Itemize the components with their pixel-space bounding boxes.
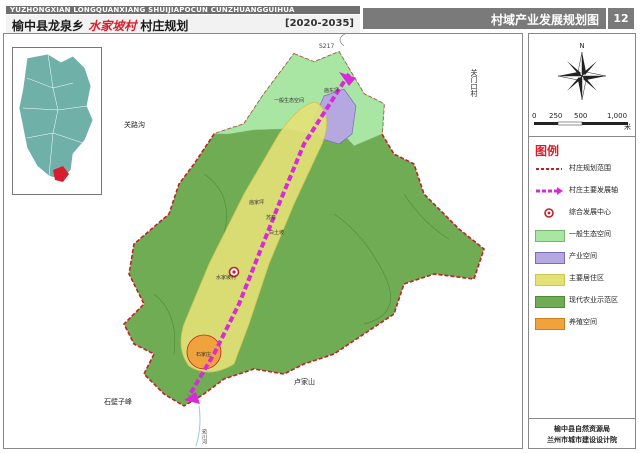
label-n-left: 关路沟 xyxy=(124,120,145,129)
header-left: YUZHONGXIAN LONGQUANXIANG SHUIJIAPOCUN C… xyxy=(6,6,360,34)
legend-label: 一般生态空间 xyxy=(569,230,611,238)
fill-swatch-icon xyxy=(535,230,565,242)
legend-label: 村庄主要发展轴 xyxy=(569,186,618,194)
compass-star-icon xyxy=(557,51,607,101)
compass-scale-box: N 0 250 500 1,000 米 xyxy=(529,34,635,137)
map-sheet: YUZHONGXIAN LONGQUANXIANG SHUIJIAPOCUN C… xyxy=(0,0,640,453)
label-mid-node-a: 庙家坪 xyxy=(249,199,264,206)
development-center-dot xyxy=(232,270,236,274)
dashed-boundary-line-icon xyxy=(536,168,562,170)
legend-title: 图例 xyxy=(535,144,560,158)
legend-item-boundary: 村庄规划范围 xyxy=(535,162,635,176)
label-eco: 一般生态空间 xyxy=(274,97,304,104)
label-e-top: 关门口村 xyxy=(470,68,478,97)
page-title: 榆中县龙泉乡 水家坡村 村庄规划 xyxy=(12,17,188,34)
scale-tick-250: 250 xyxy=(549,112,563,120)
label-s-right: 卢家山 xyxy=(294,377,315,386)
location-inset-map xyxy=(12,47,102,195)
scale-bar-seg xyxy=(557,121,583,126)
legend-label: 现代农业示范区 xyxy=(569,296,618,304)
road-line xyxy=(339,31,350,47)
legend-label: 养殖空间 xyxy=(569,318,597,326)
scale-tick-0: 0 xyxy=(532,112,537,120)
label-south-node: 石家庄 xyxy=(196,351,211,358)
map-name: 村域产业发展规划图 xyxy=(490,13,599,27)
legend: 图例 村庄规划范围 村庄主要发展轴 综合发展中心 一般生态空间 产业空间 主要居… xyxy=(529,140,635,418)
title-bar: 榆中县龙泉乡 水家坡村 村庄规划 [2020-2035] xyxy=(6,15,360,34)
legend-item-ecology: 一般生态空间 xyxy=(535,228,635,242)
legend-label: 村庄规划范围 xyxy=(569,164,611,172)
ring-circle-icon xyxy=(544,208,554,218)
scale-bar-seg xyxy=(534,122,558,125)
label-mid-node-c: 白土坡 xyxy=(269,229,284,236)
main-map: 关路沟 石壁子峰 卢家山 关门口村 S217 水家坡村 庙东坪 石家庄 庙家坪 … xyxy=(3,31,523,449)
label-s-left: 石壁子峰 xyxy=(104,397,132,406)
sheet-number: 12 xyxy=(606,8,634,29)
fill-swatch-icon xyxy=(535,296,565,308)
title-prefix: 榆中县龙泉乡 xyxy=(12,19,85,33)
scale-bar-seg xyxy=(582,122,628,125)
fill-swatch-icon xyxy=(535,274,565,286)
label-road: S217 xyxy=(319,43,334,50)
label-north-node: 庙东坪 xyxy=(324,87,339,94)
north-label: N xyxy=(579,42,584,50)
label-center-village: 水家坡村 xyxy=(216,274,236,281)
legend-item-residential: 主要居住区 xyxy=(535,272,635,286)
label-mid-node-b: 苏泉 xyxy=(266,214,276,221)
legend-label: 综合发展中心 xyxy=(569,208,611,216)
scale-unit: 米 xyxy=(624,123,631,131)
legend-item-center: 综合发展中心 xyxy=(535,206,635,220)
compass-rose: N xyxy=(534,42,628,126)
title-village: 水家坡村 xyxy=(88,19,137,33)
label-river: 宛川河 xyxy=(201,428,207,444)
river-line xyxy=(195,405,201,447)
title-suffix: 村庄规划 xyxy=(140,19,189,33)
header-right: 村域产业发展规划图 12 xyxy=(363,8,634,29)
fill-swatch-icon xyxy=(535,252,565,264)
scale-tick-500: 500 xyxy=(574,112,588,120)
org-line-1: 榆中县自然资源局 xyxy=(554,425,610,433)
legend-label: 主要居住区 xyxy=(569,274,604,282)
legend-item-breeding: 养殖空间 xyxy=(535,316,635,330)
fill-swatch-icon xyxy=(535,318,565,330)
plan-years: [2020-2035] xyxy=(285,18,354,29)
legend-label: 产业空间 xyxy=(569,252,597,260)
legend-item-axis: 村庄主要发展轴 xyxy=(535,184,635,198)
legend-item-agriculture: 现代农业示范区 xyxy=(535,294,635,308)
scale-tick-1000: 1,000 xyxy=(607,112,628,120)
inset-canvas xyxy=(18,53,94,182)
pinyin-title: YUZHONGXIAN LONGQUANXIANG SHUIJIAPOCUN C… xyxy=(6,6,360,14)
organization-box: 榆中县自然资源局 兰州市城市建设设计院 xyxy=(529,418,635,449)
org-line-2: 兰州市城市建设设计院 xyxy=(547,436,617,444)
side-panel: N 0 250 500 1,000 米 图例 村庄规划范围 村庄主要发展轴 综合… xyxy=(528,33,636,449)
legend-item-industry: 产业空间 xyxy=(535,250,635,264)
dashed-development-axis-icon xyxy=(536,187,563,195)
county-shape xyxy=(18,53,94,181)
